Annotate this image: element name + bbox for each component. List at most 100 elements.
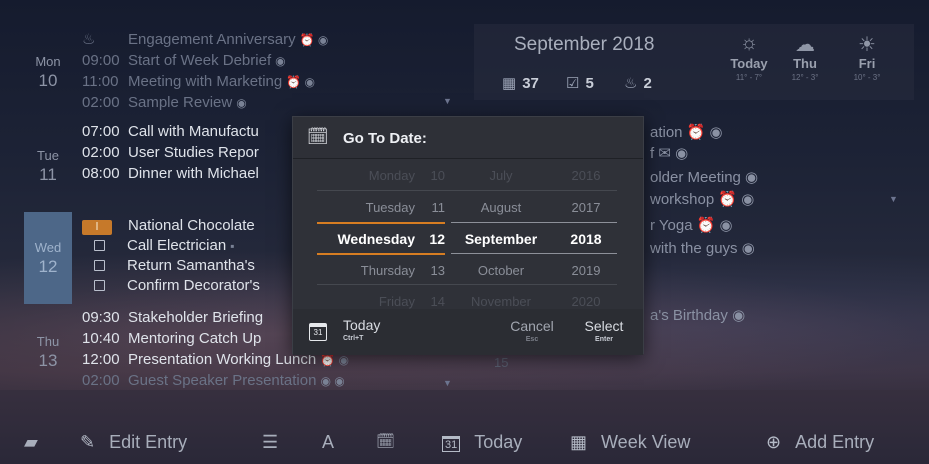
weekday-text: Wed bbox=[34, 240, 62, 255]
journal-icon[interactable]: ▰ bbox=[24, 432, 38, 453]
weather-thu[interactable]: ☁ Thu 12° - 3° bbox=[780, 32, 830, 82]
stat-value: 2 bbox=[643, 75, 652, 92]
picker-weekday[interactable]: Monday bbox=[369, 167, 415, 185]
event-time: 02:00 bbox=[82, 144, 120, 161]
list-item[interactable]: ation ⏰ ◉ bbox=[650, 123, 723, 141]
shortcut-hint: Enter bbox=[595, 336, 613, 343]
day-label: Tue 11 bbox=[24, 148, 72, 185]
dialog-header: 🗓 Go To Date: bbox=[293, 117, 643, 159]
picker-year[interactable]: 2016 bbox=[557, 167, 615, 185]
event-time: 08:00 bbox=[82, 165, 120, 182]
add-entry-button[interactable]: ⊕ Add Entry bbox=[766, 432, 874, 453]
go-to-date-icon[interactable]: 🗓 bbox=[376, 432, 395, 450]
day-picker-column[interactable]: Monday 10 Tuesday 11 Wednesday 12 Thursd… bbox=[317, 159, 445, 309]
select-button[interactable]: Select Enter bbox=[579, 318, 629, 343]
selection-highlight bbox=[317, 222, 445, 224]
selection-highlight bbox=[451, 222, 617, 223]
alarm-icon: ⏰ ◉ bbox=[286, 75, 315, 89]
picker-month[interactable]: August bbox=[451, 199, 551, 217]
category-icon: ◉ bbox=[236, 96, 247, 110]
picker-day[interactable]: 11 bbox=[432, 199, 446, 217]
picker-weekday-selected[interactable]: Wednesday bbox=[337, 230, 415, 248]
list-item[interactable]: r Yoga ⏰ ◉ bbox=[650, 216, 733, 234]
picker-day-selected[interactable]: 12 bbox=[429, 230, 445, 248]
weather-temp: 10° - 3° bbox=[853, 73, 881, 82]
cancel-button[interactable]: Cancel Esc bbox=[507, 318, 557, 343]
list-item[interactable]: Confirm Decorator's bbox=[82, 276, 260, 295]
today-button[interactable]: Today Ctrl+T bbox=[343, 317, 380, 342]
event-time: 02:00 bbox=[82, 94, 120, 111]
event-title: User Studies Repor bbox=[128, 144, 259, 161]
plus-circle-icon: ⊕ bbox=[766, 432, 782, 452]
list-item[interactable]: Call Electrician ▪ bbox=[82, 236, 234, 255]
picker-divider bbox=[317, 284, 617, 285]
task-checkbox[interactable] bbox=[94, 260, 105, 271]
event-title: Call with Manufactu bbox=[128, 123, 259, 140]
list-item[interactable]: 10:40 Mentoring Catch Up bbox=[82, 329, 261, 348]
list-item[interactable]: older Meeting ◉ bbox=[650, 168, 758, 186]
list-item[interactable]: workshop ⏰ ◉ bbox=[650, 190, 754, 208]
month-picker-column[interactable]: July August September October November bbox=[451, 159, 563, 309]
chevron-down-icon[interactable]: ▼ bbox=[443, 378, 452, 388]
week-view-button[interactable]: ▦ Week View bbox=[570, 432, 690, 453]
today-button[interactable]: 31 Today bbox=[442, 432, 522, 453]
checkbox-icon: ☑ bbox=[566, 75, 580, 92]
date-number: 15 bbox=[494, 355, 509, 370]
list-item[interactable]: ♨ Engagement Anniversary ⏰ ◉ bbox=[82, 30, 328, 49]
list-view-icon[interactable]: ☰ bbox=[262, 432, 278, 453]
event-title: Meeting with Marketing bbox=[128, 73, 283, 90]
rain-cloud-icon: ☁ bbox=[795, 34, 815, 56]
list-item[interactable]: f ✉ ◉ bbox=[650, 144, 688, 162]
picker-month[interactable]: July bbox=[451, 167, 551, 185]
chevron-down-icon[interactable]: ▼ bbox=[443, 96, 452, 106]
list-item[interactable]: 11:00 Meeting with Marketing ⏰ ◉ bbox=[82, 72, 315, 91]
task-checkbox[interactable] bbox=[94, 280, 105, 291]
weather-temp: 11° - 7° bbox=[735, 73, 763, 82]
list-item[interactable]: 09:00 Start of Week Debrief ◉ bbox=[82, 51, 286, 70]
picker-month-selected[interactable]: September bbox=[451, 230, 551, 248]
button-label: Edit Entry bbox=[109, 432, 188, 452]
date-picker[interactable]: Monday 10 Tuesday 11 Wednesday 12 Thursd… bbox=[293, 159, 643, 309]
weekday-text: Tue bbox=[37, 148, 59, 163]
list-item[interactable]: 09:30 Stakeholder Briefing bbox=[82, 308, 263, 327]
list-item[interactable]: 08:00 Dinner with Michael bbox=[82, 164, 259, 183]
tasks-count: ☑ 5 bbox=[566, 74, 594, 92]
date-number: 11 bbox=[39, 165, 57, 184]
picker-year[interactable]: 2019 bbox=[557, 262, 615, 280]
weather-today[interactable]: ☼ Today 11° - 7° bbox=[724, 32, 774, 82]
month-title[interactable]: September 2018 bbox=[514, 34, 655, 56]
picker-month[interactable]: October bbox=[451, 262, 551, 280]
year-picker-column[interactable]: 2016 2017 2018 2019 2020 bbox=[557, 159, 627, 309]
list-item[interactable]: a's Birthday ◉ bbox=[650, 306, 745, 324]
stat-value: 37 bbox=[522, 75, 539, 92]
partly-cloudy-icon: ☼ bbox=[739, 32, 759, 54]
picker-year-selected[interactable]: 2018 bbox=[557, 230, 615, 248]
button-label: Add Entry bbox=[795, 432, 875, 452]
event-time: 02:00 bbox=[82, 372, 120, 389]
picker-weekday[interactable]: Tuesday bbox=[366, 199, 415, 217]
list-item[interactable]: 02:00 Sample Review ◉ bbox=[82, 93, 247, 112]
dialog-footer: 31 Today Ctrl+T Cancel Esc Select Enter bbox=[293, 309, 643, 355]
today-calendar-icon[interactable]: 31 bbox=[309, 323, 327, 341]
edit-entry-button[interactable]: ✎ Edit Entry bbox=[80, 432, 187, 453]
event-title: Dinner with Michael bbox=[128, 165, 259, 182]
picker-year[interactable]: 2017 bbox=[557, 199, 615, 217]
list-item[interactable]: 07:00 Call with Manufactu bbox=[82, 122, 259, 141]
list-item[interactable]: 02:00 Guest Speaker Presentation ◉ ◉ bbox=[82, 371, 345, 390]
day-mon-10[interactable]: Mon 10 ♨ Engagement Anniversary ⏰ ◉ 09:00 S… bbox=[24, 30, 454, 112]
chevron-down-icon[interactable]: ▼ bbox=[889, 194, 898, 204]
picker-day[interactable]: 13 bbox=[431, 262, 445, 280]
picker-weekday[interactable]: Thursday bbox=[361, 262, 415, 280]
list-item[interactable]: with the guys ◉ bbox=[650, 239, 755, 257]
weather-fri[interactable]: ☀ Fri 10° - 3° bbox=[842, 32, 892, 82]
selection-highlight bbox=[451, 253, 617, 254]
event-title: Engagement Anniversary bbox=[128, 31, 296, 48]
selection-highlight bbox=[317, 253, 445, 255]
list-item[interactable]: Ⅰ National Chocolate bbox=[82, 216, 255, 235]
list-item[interactable]: Return Samantha's bbox=[82, 256, 255, 275]
task-checkbox[interactable] bbox=[94, 240, 105, 251]
picker-day[interactable]: 10 bbox=[431, 167, 445, 185]
go-to-date-dialog: 🗓 Go To Date: Monday 10 Tuesday 11 Wedne… bbox=[292, 116, 644, 355]
list-item[interactable]: 02:00 User Studies Repor bbox=[82, 143, 259, 162]
font-size-icon[interactable]: A bbox=[322, 432, 334, 453]
